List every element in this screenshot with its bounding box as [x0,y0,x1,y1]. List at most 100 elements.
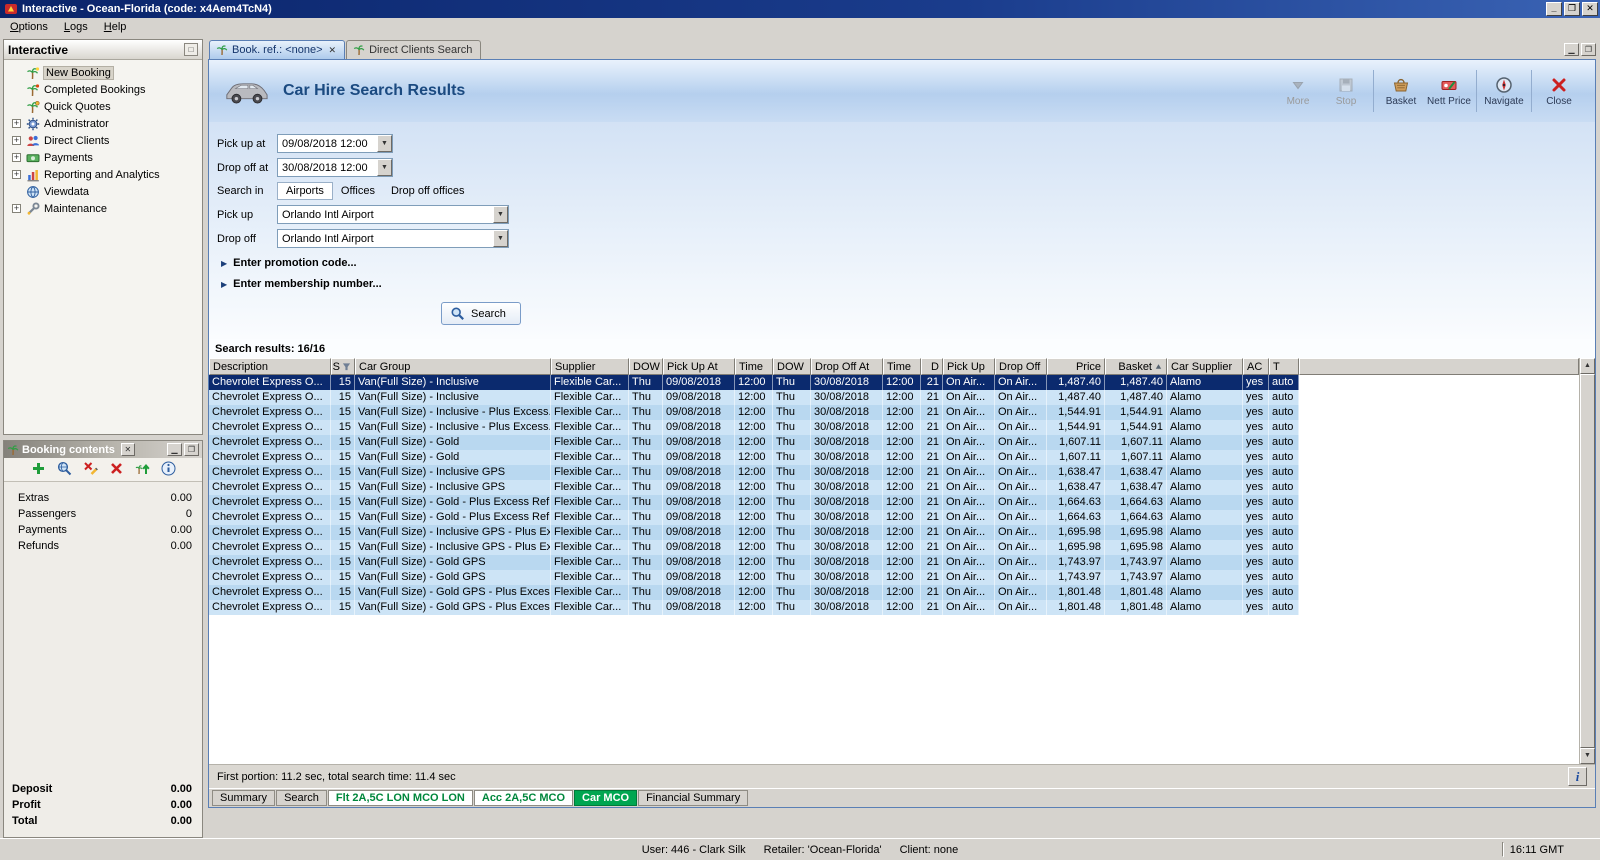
table-row[interactable]: Chevrolet Express O...15Van(Full Size) -… [209,420,1299,435]
expand-icon[interactable]: + [12,204,21,213]
sidebar-item-direct-clients[interactable]: +Direct Clients [6,132,200,149]
close-button[interactable]: ✕ [1582,2,1598,16]
stop-button[interactable]: Stop [1322,73,1370,110]
vertical-scrollbar[interactable]: ▲ ▼ [1579,358,1595,764]
sidebar-item-reporting-and-analytics[interactable]: +Reporting and Analytics [6,166,200,183]
column-header-description-0[interactable]: Description [209,358,331,375]
bottom-tab-financial-summary[interactable]: Financial Summary [638,790,748,806]
expand-icon[interactable]: + [12,153,21,162]
column-header-pick-up-at-5[interactable]: Pick Up At [663,358,735,375]
column-header-dow-7[interactable]: DOW [773,358,811,375]
booking-panel-restore-button[interactable]: ❐ [184,443,199,456]
bottom-tab-flt-2a-5c-lon-mco-lon[interactable]: Flt 2A,5C LON MCO LON [328,790,473,806]
bottom-tab-search[interactable]: Search [276,790,327,806]
sidebar-item-maintenance[interactable]: +Maintenance [6,200,200,217]
column-header-car-group-2[interactable]: Car Group [355,358,551,375]
menu-help[interactable]: Help [96,19,135,35]
scroll-down-arrow[interactable]: ▼ [1580,748,1595,764]
more-button[interactable]: More [1274,73,1322,110]
table-row[interactable]: Chevrolet Express O...15Van(Full Size) -… [209,405,1299,420]
column-header-s-1[interactable]: S [331,358,355,375]
table-row[interactable]: Chevrolet Express O...15Van(Full Size) -… [209,585,1299,600]
column-header-price-13[interactable]: Price [1047,358,1105,375]
search-button[interactable]: Search [441,302,521,325]
bottom-tab-car-mco[interactable]: Car MCO [574,790,637,806]
close-button[interactable]: Close [1535,73,1583,110]
dropoff-location-select[interactable]: Orlando Intl Airport ▼ [277,229,509,248]
booking-panel-minimize-button[interactable]: ▁ [167,443,182,456]
table-row[interactable]: Chevrolet Express O...15Van(Full Size) -… [209,495,1299,510]
nett-price-button[interactable]: Nett Price [1425,73,1473,110]
bottom-tab-summary[interactable]: Summary [212,790,275,806]
column-header-supplier-3[interactable]: Supplier [551,358,629,375]
column-header-basket-14[interactable]: Basket [1105,358,1167,375]
sidebar-item-viewdata[interactable]: Viewdata [6,183,200,200]
scroll-up-arrow[interactable]: ▲ [1580,358,1595,374]
info-button[interactable] [160,461,177,478]
minimize-button[interactable]: _ [1546,2,1562,16]
promotion-code-expander[interactable]: ▶ Enter promotion code... [221,257,1595,269]
expand-icon[interactable]: + [12,170,21,179]
tab-direct-clients-search[interactable]: Direct Clients Search [346,40,481,59]
pickup-location-select[interactable]: Orlando Intl Airport ▼ [277,205,509,224]
document-restore-button[interactable]: ❐ [1581,43,1596,56]
column-header-pick-up-11[interactable]: Pick Up [943,358,995,375]
pickup-dropdown-button[interactable]: ▼ [493,206,508,223]
table-row[interactable]: Chevrolet Express O...15Van(Full Size) -… [209,390,1299,405]
pickup-at-dropdown-button[interactable]: ▼ [377,135,392,152]
booking-panel-close-button[interactable]: ✕ [121,443,135,456]
pickup-at-input[interactable]: 09/08/2018 12:00 ▼ [277,134,393,153]
table-row[interactable]: Chevrolet Express O...15Van(Full Size) -… [209,525,1299,540]
table-row[interactable]: Chevrolet Express O...15Van(Full Size) -… [209,570,1299,585]
column-header-car-supplier-15[interactable]: Car Supplier [1167,358,1243,375]
dropoff-dropdown-button[interactable]: ▼ [493,230,508,247]
scroll-thumb[interactable] [1580,374,1595,748]
dropoff-at-dropdown-button[interactable]: ▼ [377,159,392,176]
expand-icon[interactable]: + [12,119,21,128]
column-header-ac-16[interactable]: AC [1243,358,1269,375]
sidebar-item-new-booking[interactable]: New Booking [6,64,200,81]
dropoff-at-input[interactable]: 30/08/2018 12:00 ▼ [277,158,393,177]
expand-icon[interactable]: + [12,136,21,145]
search-in-option-drop-off-offices[interactable]: Drop off offices [383,183,473,199]
delete-button[interactable] [108,461,125,478]
column-header-drop-off-12[interactable]: Drop Off [995,358,1047,375]
menu-options[interactable]: Options [2,19,56,35]
move-up-button[interactable] [134,461,151,478]
column-header-drop-off-at-8[interactable]: Drop Off At [811,358,883,375]
sidebar-item-payments[interactable]: +Payments [6,149,200,166]
navigate-button[interactable]: Navigate [1480,73,1528,110]
panel-pin-button[interactable]: □ [184,43,198,56]
column-header-t-17[interactable]: T [1269,358,1299,375]
table-row[interactable]: Chevrolet Express O...15Van(Full Size) -… [209,540,1299,555]
table-row[interactable]: Chevrolet Express O...15Van(Full Size) -… [209,510,1299,525]
sidebar-item-completed-bookings[interactable]: Completed Bookings [6,81,200,98]
search-in-option-airports[interactable]: Airports [277,182,333,200]
menu-logs[interactable]: Logs [56,19,96,35]
column-header-d-10[interactable]: D [921,358,943,375]
edit-button[interactable] [82,461,99,478]
column-header-time-9[interactable]: Time [883,358,921,375]
bottom-tab-acc-2a-5c-mco[interactable]: Acc 2A,5C MCO [474,790,573,806]
tab-close-icon[interactable]: ✕ [329,45,337,56]
add-button[interactable] [30,461,47,478]
table-row[interactable]: Chevrolet Express O...15Van(Full Size) -… [209,450,1299,465]
maximize-button[interactable]: ❐ [1564,2,1580,16]
sidebar-item-quick-quotes[interactable]: Quick Quotes [6,98,200,115]
search-in-option-offices[interactable]: Offices [333,183,383,199]
info-button[interactable]: i [1568,767,1587,786]
filter-icon[interactable] [342,362,351,371]
column-header-dow-4[interactable]: DOW [629,358,663,375]
tab-book-ref-none[interactable]: Book. ref.: <none>✕ [209,40,345,59]
table-row[interactable]: Chevrolet Express O...15Van(Full Size) -… [209,465,1299,480]
column-header-time-6[interactable]: Time [735,358,773,375]
document-minimize-button[interactable]: ▁ [1564,43,1579,56]
membership-number-expander[interactable]: ▶ Enter membership number... [221,278,1595,290]
search-button[interactable] [56,461,73,478]
table-row[interactable]: Chevrolet Express O...15Van(Full Size) -… [209,600,1299,615]
table-row[interactable]: Chevrolet Express O...15Van(Full Size) -… [209,375,1299,390]
table-row[interactable]: Chevrolet Express O...15Van(Full Size) -… [209,480,1299,495]
table-row[interactable]: Chevrolet Express O...15Van(Full Size) -… [209,435,1299,450]
table-row[interactable]: Chevrolet Express O...15Van(Full Size) -… [209,555,1299,570]
sidebar-item-administrator[interactable]: +Administrator [6,115,200,132]
